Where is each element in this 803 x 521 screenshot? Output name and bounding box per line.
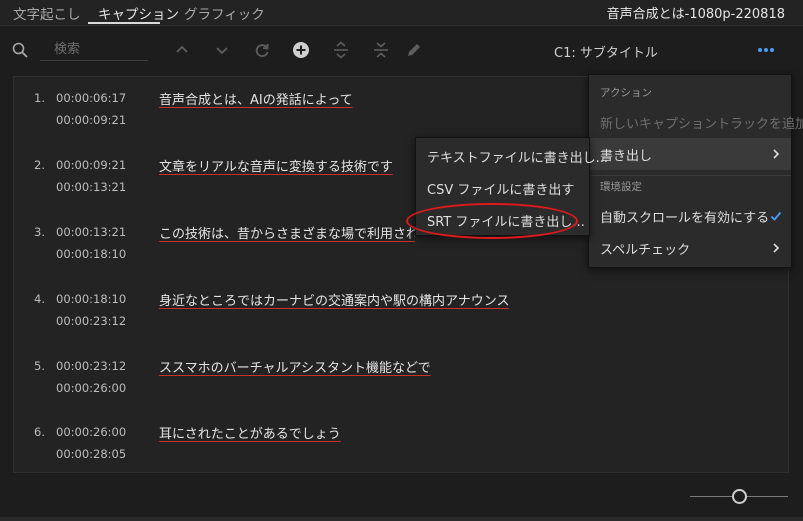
menu-header-preferences: 環境設定 (600, 181, 642, 193)
menu-header-actions: アクション (600, 87, 652, 99)
pencil-icon[interactable] (405, 41, 423, 59)
menu-item-spellcheck[interactable]: スペルチェック (589, 232, 791, 264)
more-icon[interactable] (757, 47, 775, 53)
active-tab-indicator (88, 22, 160, 24)
caption-in-time[interactable]: 00:00:09:21 (56, 158, 126, 172)
tab-graphics[interactable]: グラフィック (184, 3, 265, 23)
menu-item-export-csv[interactable]: CSV ファイルに書き出す (416, 172, 589, 204)
caption-text[interactable]: 身近なところではカーナビの交通案内や駅の構内アナウンス (159, 290, 509, 309)
caption-text[interactable]: 耳にされたことがあるでしょう (159, 423, 341, 442)
menu-item-label: テキストファイルに書き出し... (427, 151, 609, 166)
chevron-down-icon[interactable] (213, 41, 231, 59)
tab-captions[interactable]: キャプション (98, 3, 179, 23)
menu-item-label: 自動スクロールを有効にする (600, 211, 770, 226)
chevron-right-icon (773, 243, 780, 253)
sequence-title: 音声合成とは-1080p-220818 (606, 7, 785, 22)
search-input[interactable] (40, 39, 148, 61)
menu-item-label: SRT ファイルに書き出し... (427, 215, 585, 230)
caption-number: 5. (34, 359, 45, 373)
panel-tab-bar: 文字起こし キャプション グラフィック 音声合成とは-1080p-220818 (0, 0, 803, 26)
panel-menu: アクション 新しいキャプショントラックを追加... 書き出し 環境設定 自動スク… (588, 74, 803, 268)
caption-in-time[interactable]: 00:00:18:10 (56, 292, 126, 306)
caption-out-time[interactable]: 00:00:28:05 (56, 447, 126, 461)
caption-row[interactable]: 5. 00:00:23:12 00:00:26:00 ススマホのバーチャルアシス… (14, 345, 788, 411)
caption-in-time[interactable]: 00:00:23:12 (56, 359, 126, 373)
checkmark-icon (770, 211, 782, 221)
caption-out-time[interactable]: 00:00:23:12 (56, 314, 126, 328)
chevron-up-icon[interactable] (173, 41, 191, 59)
caption-row[interactable]: 6. 00:00:26:00 00:00:28:05 耳にされたことがあるでしょ… (14, 411, 788, 477)
caption-number: 3. (34, 225, 45, 239)
caption-text[interactable]: 音声合成とは、AIの発話によって (159, 89, 353, 108)
export-submenu: テキストファイルに書き出し... CSV ファイルに書き出す SRT ファイルに… (415, 137, 608, 236)
caption-out-time[interactable]: 00:00:26:00 (56, 381, 126, 395)
search-icon (12, 42, 28, 58)
caption-toolbar: C1: サブタイトル (0, 27, 803, 75)
caption-number: 4. (34, 292, 45, 306)
menu-item-label: CSV ファイルに書き出す (427, 183, 575, 198)
panel-bottom-edge (0, 517, 803, 521)
caption-in-time[interactable]: 00:00:26:00 (56, 425, 126, 439)
caption-in-time[interactable]: 00:00:06:17 (56, 91, 126, 105)
caption-out-time[interactable]: 00:00:09:21 (56, 113, 126, 127)
caption-track-label[interactable]: C1: サブタイトル (554, 42, 658, 61)
caption-out-time[interactable]: 00:00:18:10 (56, 247, 126, 261)
caption-text[interactable]: 文章をリアルな音声に変換する技術です (159, 156, 393, 175)
zoom-slider-handle[interactable] (732, 489, 747, 504)
caption-out-time[interactable]: 00:00:13:21 (56, 180, 126, 194)
tab-transcript[interactable]: 文字起こし (13, 3, 81, 23)
merge-icon[interactable] (372, 41, 390, 59)
menu-item-export-srt[interactable]: SRT ファイルに書き出し... (416, 204, 589, 236)
caption-number: 1. (34, 91, 45, 105)
menu-item-export[interactable]: 書き出し (589, 138, 791, 170)
caption-in-time[interactable]: 00:00:13:21 (56, 225, 126, 239)
caption-text[interactable]: ススマホのバーチャルアシスタント機能などで (159, 357, 431, 376)
refresh-icon[interactable] (253, 41, 271, 59)
chevron-right-icon (773, 149, 780, 159)
caption-number: 6. (34, 425, 45, 439)
caption-text[interactable]: この技術は、昔からさまざまな場で利用されてお (159, 223, 415, 242)
caption-row[interactable]: 4. 00:00:18:10 00:00:23:12 身近なところではカーナビの… (14, 278, 788, 344)
menu-item-autoscroll[interactable]: 自動スクロールを有効にする (589, 200, 791, 232)
menu-separator (589, 175, 791, 176)
menu-item-label: 新しいキャプショントラックを追加... (600, 117, 803, 132)
menu-item-label: スペルチェック (600, 243, 691, 258)
caption-number: 2. (34, 158, 45, 172)
split-icon[interactable] (332, 41, 350, 59)
add-icon[interactable] (292, 41, 310, 59)
menu-item-export-text[interactable]: テキストファイルに書き出し... (416, 140, 608, 172)
menu-item-add-caption-track[interactable]: 新しいキャプショントラックを追加... (589, 106, 803, 138)
